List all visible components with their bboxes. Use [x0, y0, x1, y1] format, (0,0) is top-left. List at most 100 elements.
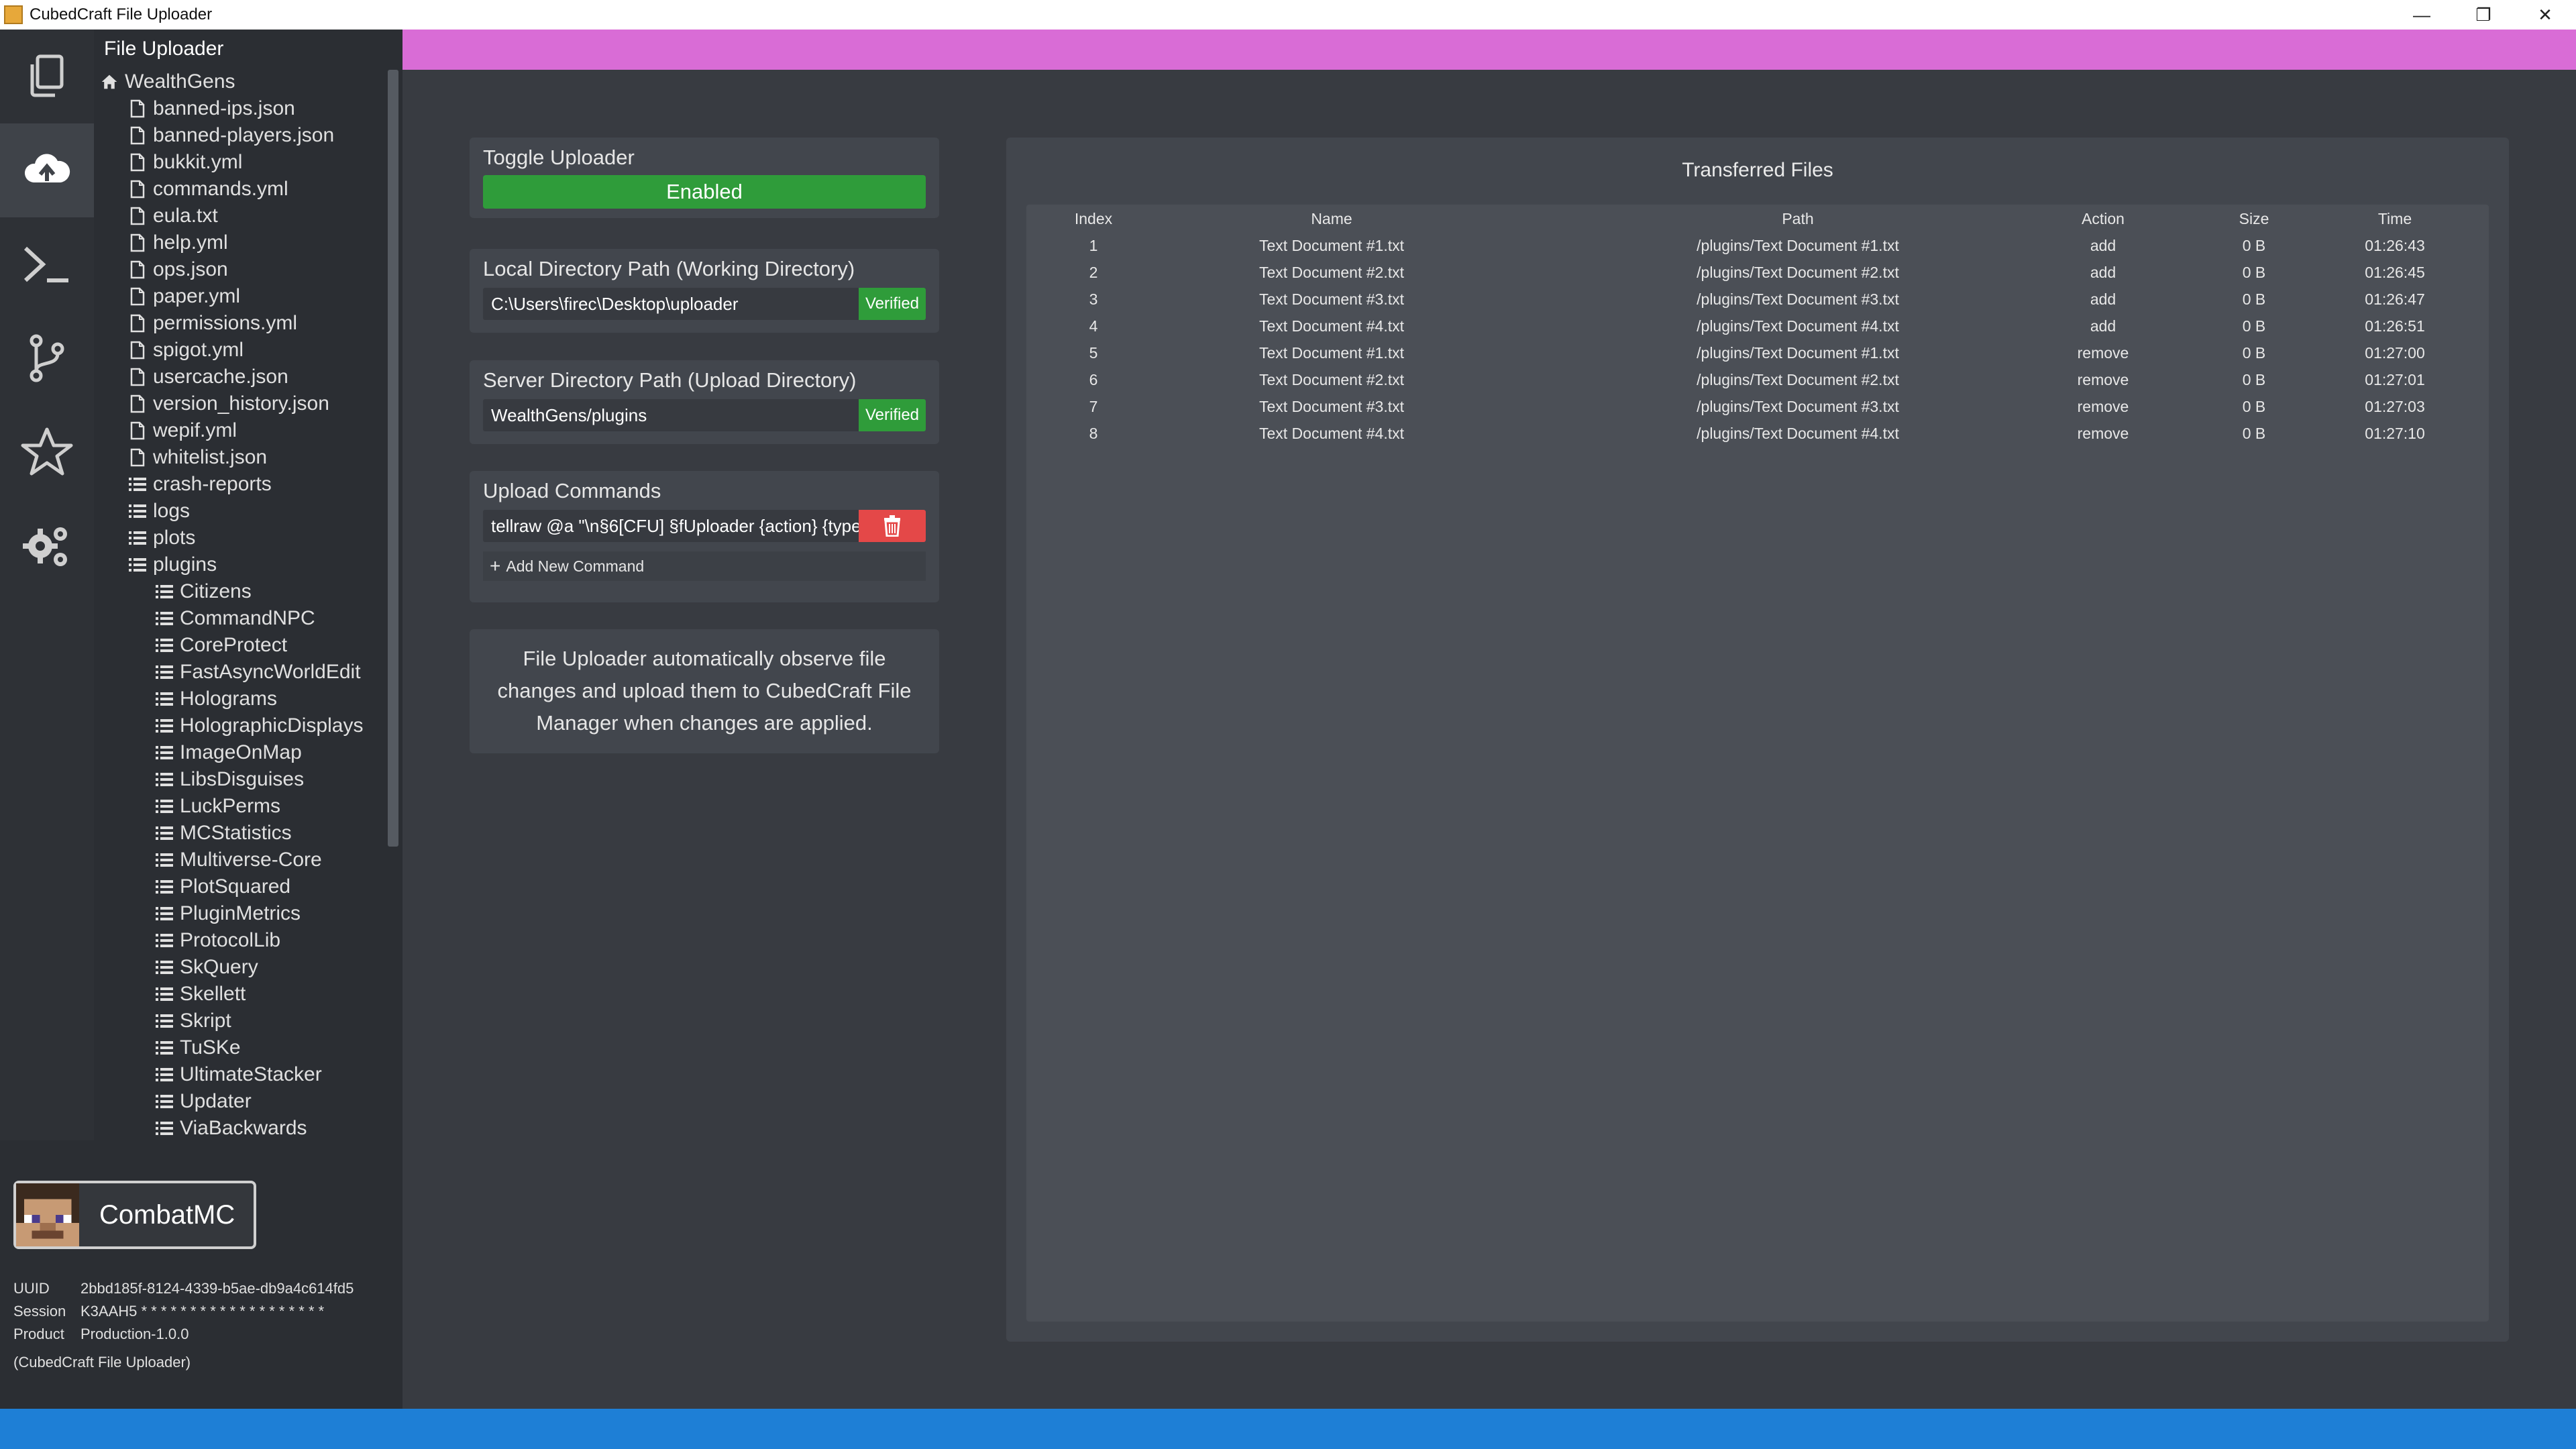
tree-item-file[interactable]: whitelist.json [101, 444, 389, 471]
tree-root[interactable]: WealthGens [101, 68, 389, 95]
tree-item-folder[interactable]: LuckPerms [101, 793, 389, 820]
cell-path: /plugins/Text Document #1.txt [1697, 344, 1899, 362]
rail-console-button[interactable] [0, 217, 94, 311]
header-path[interactable]: Path [1630, 210, 1966, 228]
command-input[interactable]: tellraw @a "\n§6[CFU] §fUploader {action… [483, 516, 859, 537]
table-row[interactable]: 8 Text Document #4.txt/plugins/Text Docum… [1026, 419, 2489, 446]
folder-list-icon [156, 769, 173, 790]
tree-item-folder[interactable]: Citizens [101, 578, 389, 605]
minimize-button[interactable]: — [2391, 0, 2453, 30]
cell-index: 1 [1089, 237, 1098, 254]
add-command-button[interactable]: + Add New Command [483, 551, 926, 581]
table-row[interactable]: 5 Text Document #1.txt/plugins/Text Docum… [1026, 339, 2489, 366]
rail-git-button[interactable] [0, 311, 94, 405]
tree-item-label: FastAsyncWorldEdit [180, 661, 361, 683]
uuid-value: 2bbd185f-8124-4339-b5ae-db9a4c614fd5 [80, 1280, 354, 1297]
tree-item-file[interactable]: commands.yml [101, 176, 389, 203]
tree-item-file[interactable]: banned-players.json [101, 122, 389, 149]
rail-favorites-button[interactable] [0, 405, 94, 499]
cell-time: 01:26:45 [2365, 264, 2425, 281]
table-row[interactable]: 4 Text Document #4.txt/plugins/Text Docum… [1026, 312, 2489, 339]
transferred-files-card: Transferred Files Index Name Path Action… [1006, 138, 2509, 1342]
rail-files-button[interactable] [0, 30, 94, 123]
table-row[interactable]: 2 Text Document #2.txt/plugins/Text Docum… [1026, 258, 2489, 285]
tree-item-folder[interactable]: ImageOnMap [101, 739, 389, 766]
maximize-button[interactable]: ❐ [2453, 0, 2514, 30]
tree-item-folder[interactable]: Skript [101, 1008, 389, 1034]
file-icon [129, 233, 146, 253]
tree-item-file[interactable]: banned-ips.json [101, 95, 389, 122]
tree-item-file[interactable]: wepif.yml [101, 417, 389, 444]
app-icon [4, 5, 23, 24]
tree-item-folder[interactable]: crash-reports [101, 471, 389, 498]
tree-item-folder[interactable]: FastAsyncWorldEdit [101, 659, 389, 686]
close-button[interactable]: ✕ [2514, 0, 2576, 30]
toggle-uploader-button[interactable]: Enabled [483, 175, 926, 209]
cell-name: Text Document #2.txt [1258, 264, 1405, 281]
tree-item-folder[interactable]: ProtocolLib [101, 927, 389, 954]
tree-item-folder[interactable]: SkQuery [101, 954, 389, 981]
table-row[interactable]: 3 Text Document #3.txt/plugins/Text Docum… [1026, 285, 2489, 312]
cell-name: Text Document #4.txt [1258, 425, 1405, 442]
tree-item-file[interactable]: help.yml [101, 229, 389, 256]
tree-item-folder[interactable]: LibsDisguises [101, 766, 389, 793]
tree-item-folder[interactable]: Multiverse-Core [101, 847, 389, 873]
tree-item-folder[interactable]: ViaBackwards [101, 1115, 389, 1140]
table-row[interactable]: 6 Text Document #2.txt/plugins/Text Docum… [1026, 366, 2489, 392]
table-row[interactable]: 1 Text Document #1.txt/plugins/Text Docum… [1026, 231, 2489, 258]
tree-item-folder[interactable]: plots [101, 525, 389, 551]
tree-item-folder[interactable]: UltimateStacker [101, 1061, 389, 1088]
header-time[interactable]: Time [2334, 210, 2455, 228]
tree-item-folder[interactable]: logs [101, 498, 389, 525]
tree-item-folder[interactable]: PlotSquared [101, 873, 389, 900]
tree-item-folder[interactable]: plugins [101, 551, 389, 578]
tree-item-folder[interactable]: TuSKe [101, 1034, 389, 1061]
rail-settings-button[interactable] [0, 499, 94, 593]
user-card[interactable]: CombatMC [13, 1181, 256, 1249]
tree-item-folder[interactable]: CommandNPC [101, 605, 389, 632]
cell-name: Text Document #3.txt [1258, 290, 1405, 308]
server-directory-field[interactable]: WealthGens/plugins Verified [483, 399, 926, 431]
tree-item-folder[interactable]: Updater [101, 1088, 389, 1115]
tree-item-folder[interactable]: Holograms [101, 686, 389, 712]
tree-item-file[interactable]: eula.txt [101, 203, 389, 229]
file-tree-scrollbar[interactable] [388, 70, 398, 847]
uuid-row: UUID 2bbd185f-8124-4339-b5ae-db9a4c614fd… [13, 1280, 354, 1297]
tree-item-folder[interactable]: Skellett [101, 981, 389, 1008]
tree-item-label: WealthGens [125, 70, 235, 93]
tree-item-file[interactable]: permissions.yml [101, 310, 389, 337]
tree-item-label: PlotSquared [180, 875, 291, 898]
cell-path: /plugins/Text Document #4.txt [1697, 425, 1899, 442]
cell-name: Text Document #1.txt [1258, 237, 1405, 254]
tree-item-file[interactable]: usercache.json [101, 364, 389, 390]
header-size[interactable]: Size [2214, 210, 2294, 228]
tree-item-file[interactable]: spigot.yml [101, 337, 389, 364]
local-directory-field[interactable]: C:\Users\firec\Desktop\uploader Verified [483, 288, 926, 320]
tree-item-label: crash-reports [153, 473, 272, 495]
upload-commands-label: Upload Commands [483, 479, 661, 502]
tree-item-file[interactable]: paper.yml [101, 283, 389, 310]
header-name[interactable]: Name [1231, 210, 1432, 228]
tree-item-folder[interactable]: HolographicDisplays [101, 712, 389, 739]
tree-item-file[interactable]: version_history.json [101, 390, 389, 417]
local-directory-input[interactable]: C:\Users\firec\Desktop\uploader [483, 294, 859, 315]
header-action[interactable]: Action [2053, 210, 2153, 228]
tree-item-file[interactable]: bukkit.yml [101, 149, 389, 176]
folder-list-icon [156, 689, 173, 709]
table-row[interactable]: 7 Text Document #3.txt/plugins/Text Docum… [1026, 392, 2489, 419]
file-tree-panel: File Uploader WealthGens banned-ips.json b… [94, 30, 402, 1140]
tree-item-file[interactable]: ops.json [101, 256, 389, 283]
tree-item-label: TuSKe [180, 1036, 241, 1059]
cell-time: 01:27:03 [2365, 398, 2425, 415]
tree-item-folder[interactable]: PluginMetrics [101, 900, 389, 927]
file-tree-title: File Uploader [104, 38, 224, 60]
cell-action: add [2090, 237, 2116, 254]
delete-command-button[interactable] [859, 510, 926, 542]
file-icon [129, 99, 146, 119]
tree-item-folder[interactable]: MCStatistics [101, 820, 389, 847]
file-icon [129, 394, 146, 414]
header-index[interactable]: Index [1053, 210, 1134, 228]
rail-uploader-button[interactable] [0, 123, 94, 217]
server-directory-input[interactable]: WealthGens/plugins [483, 405, 859, 426]
tree-item-folder[interactable]: CoreProtect [101, 632, 389, 659]
